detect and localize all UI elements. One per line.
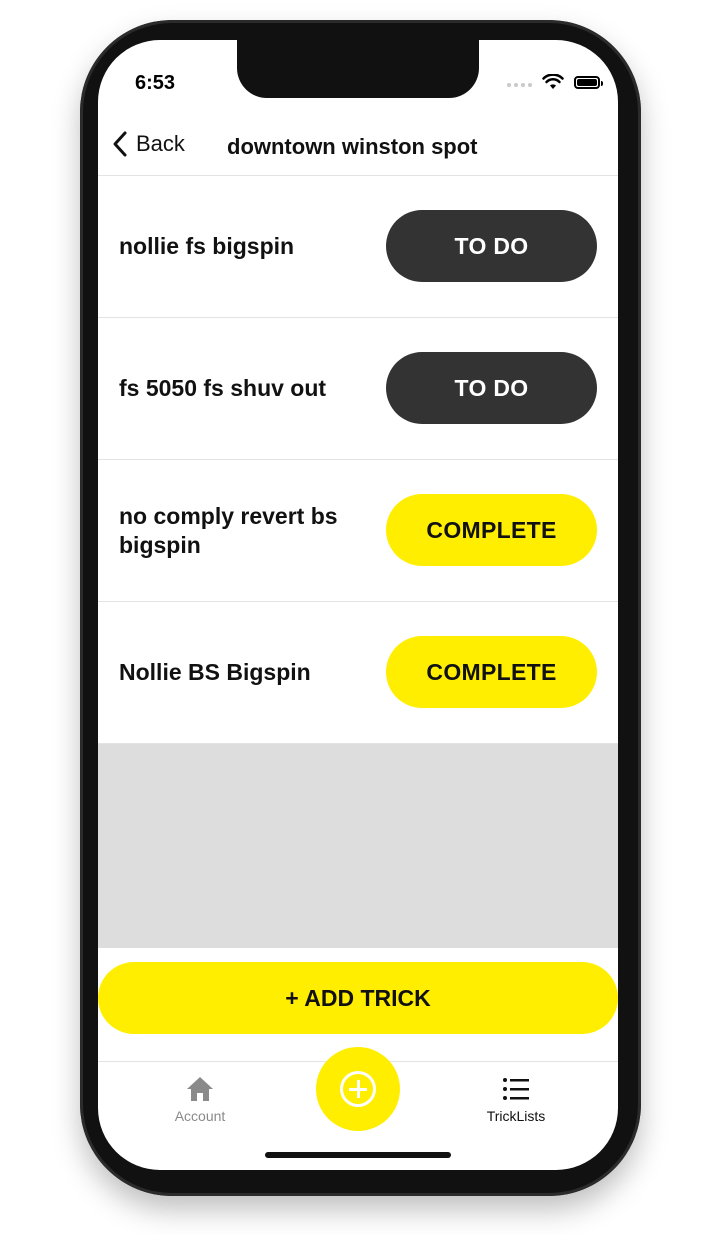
- wifi-icon: [542, 74, 564, 89]
- add-trick-button[interactable]: + ADD TRICK: [98, 962, 618, 1034]
- app-screen: 6:53 Back downtown winston spot nollie f…: [98, 40, 618, 1170]
- page-title: downtown winston spot: [227, 134, 478, 159]
- trick-row: no comply revert bs bigspin COMPLETE: [98, 460, 618, 602]
- signal-icon: [507, 77, 532, 87]
- back-button[interactable]: Back: [110, 130, 185, 158]
- notch: [237, 40, 479, 98]
- status-time: 6:53: [135, 72, 176, 94]
- trick-name: nollie fs bigspin: [119, 233, 295, 259]
- tab-tricklists-label: TrickLists: [486, 1108, 546, 1124]
- trick-list: nollie fs bigspin TO DO fs 5050 fs shuv …: [98, 176, 618, 744]
- tab-account[interactable]: Account: [130, 1074, 270, 1124]
- back-label: Back: [136, 131, 185, 156]
- trick-status-button[interactable]: COMPLETE: [386, 494, 597, 566]
- trick-name: no comply revert bs bigspin: [119, 502, 338, 558]
- trick-status-button[interactable]: TO DO: [386, 352, 597, 424]
- status-icons: [507, 74, 603, 90]
- trick-row: fs 5050 fs shuv out TO DO: [98, 318, 618, 460]
- home-icon: [187, 1077, 213, 1101]
- tab-tricklists[interactable]: TrickLists: [446, 1074, 586, 1124]
- add-fab-button[interactable]: [316, 1047, 400, 1131]
- trick-name: Nollie BS Bigspin: [119, 659, 311, 685]
- trick-status-button[interactable]: COMPLETE: [386, 636, 597, 708]
- list-icon: [503, 1078, 529, 1100]
- plus-circle-icon: [340, 1071, 376, 1107]
- chevron-left-icon: [113, 131, 127, 157]
- home-indicator: [265, 1152, 451, 1158]
- trick-row: Nollie BS Bigspin COMPLETE: [98, 602, 618, 744]
- trick-name: fs 5050 fs shuv out: [119, 375, 327, 401]
- tab-account-label: Account: [174, 1108, 226, 1124]
- empty-list-area: [98, 744, 618, 948]
- navigation-bar: Back downtown winston spot: [98, 118, 618, 176]
- battery-icon: [574, 75, 603, 89]
- trick-status-button[interactable]: TO DO: [386, 210, 597, 282]
- trick-row: nollie fs bigspin TO DO: [98, 176, 618, 318]
